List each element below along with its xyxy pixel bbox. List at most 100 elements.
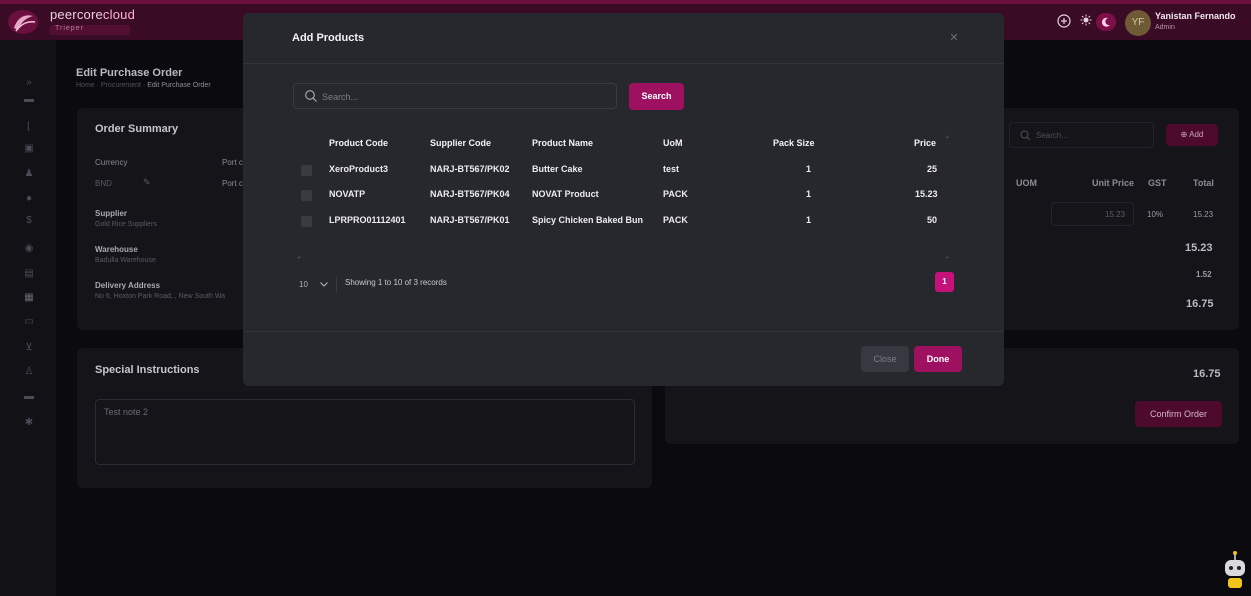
file-icon[interactable]: ▤ [23, 268, 35, 280]
tax-value: 1.52 [1196, 270, 1212, 279]
cart-icon[interactable]: ⊻ [23, 342, 35, 354]
row-checkbox[interactable] [301, 216, 312, 227]
port-value: Port c [222, 179, 243, 188]
gst-column-header: GST [1148, 178, 1167, 188]
add-product-button[interactable]: ⊕ Add [1166, 124, 1218, 146]
page-size-select[interactable]: 10 [293, 276, 335, 294]
row-gst: 10% [1147, 210, 1164, 219]
scroll-right-indicator[interactable]: ▸ [946, 254, 950, 261]
brand-name: peercorecloud [50, 7, 135, 22]
pagination-summary: Showing 1 to 10 of 3 records [345, 278, 447, 287]
row-total: 15.23 [1193, 210, 1214, 219]
divider [336, 277, 337, 293]
row-checkbox[interactable] [301, 165, 312, 176]
org-selector[interactable]: Trieper [50, 25, 130, 35]
search-icon [1020, 130, 1031, 141]
user-name[interactable]: Yanistan Fernando [1155, 11, 1236, 21]
uom-cell: PACK [663, 215, 688, 225]
column-header-uom[interactable]: UoM [663, 138, 683, 148]
store-icon[interactable]: ▦ [23, 292, 35, 304]
search-icon [305, 90, 317, 102]
supplier-code-cell: NARJ-BT567/PK01 [430, 215, 510, 225]
row-checkbox[interactable] [301, 190, 312, 201]
modal-search-input[interactable] [322, 88, 602, 105]
footer-total-value: 16.75 [1193, 368, 1221, 380]
scroll-left-indicator[interactable]: ◂ [297, 254, 301, 261]
currency-label: Currency [95, 158, 128, 167]
box-icon[interactable]: ▣ [23, 143, 35, 155]
close-button[interactable]: Close [861, 346, 909, 372]
grand-total-value: 16.75 [1186, 298, 1214, 310]
truck-icon[interactable]: ▭ [23, 316, 35, 328]
person-icon[interactable]: ♟ [23, 168, 35, 180]
pack-size-cell: 1 [806, 215, 812, 225]
sun-icon[interactable] [1078, 14, 1094, 30]
column-header-supplier-code[interactable]: Supplier Code [430, 138, 491, 148]
special-instructions-title: Special Instructions [95, 364, 200, 376]
company-logo[interactable] [6, 8, 40, 36]
wallet-icon[interactable]: ▬ [23, 391, 35, 403]
chevron-right-icon[interactable]: » [23, 77, 35, 89]
circle-icon[interactable]: ◉ [23, 243, 35, 255]
port-label: Port c [222, 158, 243, 167]
uom-column-header: UOM [1016, 178, 1037, 188]
total-column-header: Total [1193, 178, 1214, 188]
page-button-1[interactable]: 1 [935, 272, 954, 292]
product-code-cell: LPRPRO01112401 [329, 215, 406, 225]
add-circle-icon[interactable] [1056, 14, 1072, 30]
price-cell: 15.23 [915, 189, 938, 199]
modal-header-divider [243, 63, 1004, 64]
supplier-code-cell: NARJ-BT567/PK04 [430, 189, 510, 199]
product-search-input[interactable]: Search... [1009, 122, 1154, 148]
page-title: Edit Purchase Order [76, 67, 183, 79]
card-icon[interactable]: ▬ [23, 94, 35, 106]
chart-icon[interactable]: ⌊ [23, 121, 35, 133]
chevron-down-icon [320, 282, 328, 287]
unit-price-input[interactable]: 15.23 [1051, 202, 1134, 226]
done-button[interactable]: Done [914, 346, 962, 372]
scroll-indicator: ▴ [946, 134, 950, 140]
warehouse-value: Badulla Warehouse [95, 257, 156, 264]
settings-icon[interactable]: ✱ [23, 417, 35, 429]
order-summary-title: Order Summary [95, 123, 179, 135]
pack-size-cell: 1 [806, 164, 812, 174]
product-code-cell: XeroProduct3 [329, 164, 389, 174]
close-icon[interactable]: ✕ [947, 31, 961, 45]
warehouse-label: Warehouse [95, 245, 138, 254]
special-instructions-textarea[interactable]: Test note 2 [95, 399, 635, 465]
unit-price-column-header: Unit Price [1092, 178, 1135, 188]
breadcrumb-current: Edit Purchase Order [147, 82, 211, 89]
subtotal-value: 15.23 [1185, 242, 1213, 254]
column-header-product-code[interactable]: Product Code [329, 138, 388, 148]
breadcrumb-procurement[interactable]: Procurement [101, 82, 141, 89]
supplier-code-cell: NARJ-BT567/PK02 [430, 164, 510, 174]
confirm-order-button[interactable]: Confirm Order [1135, 401, 1222, 427]
search-button[interactable]: Search [629, 83, 684, 110]
product-name-cell: Spicy Chicken Baked Bun [532, 215, 644, 225]
column-header-product-name[interactable]: Product Name [532, 138, 593, 148]
column-header-pack-size[interactable]: Pack Size [773, 138, 815, 148]
breadcrumb: Home · Procurement · Edit Purchase Order [76, 82, 211, 89]
supplier-label: Supplier [95, 209, 128, 218]
supplier-value: Gold Rice Suppliers [95, 221, 157, 228]
user-role: Admin [1155, 24, 1175, 31]
avatar[interactable]: YF [1125, 10, 1151, 36]
modal-footer-divider [243, 331, 1004, 332]
product-name-cell: Butter Cake [532, 164, 583, 174]
modal-title: Add Products [292, 32, 365, 44]
modal-search-field[interactable] [293, 83, 617, 109]
coin-icon[interactable]: ● [23, 193, 35, 205]
dollar-icon[interactable]: $ [23, 215, 35, 227]
theme-toggle[interactable] [1096, 13, 1116, 31]
uom-cell: PACK [663, 189, 688, 199]
pack-size-cell: 1 [806, 189, 812, 199]
moon-icon [1101, 17, 1110, 27]
chatbot-icon[interactable] [1222, 548, 1248, 588]
product-name-cell: NOVAT Product [532, 189, 599, 199]
edit-pencil-icon[interactable]: ✎ [143, 177, 151, 188]
column-header-price[interactable]: Price [914, 138, 936, 148]
user-icon[interactable]: ♙ [23, 366, 35, 378]
breadcrumb-home[interactable]: Home [76, 82, 95, 89]
price-cell: 50 [927, 215, 938, 225]
currency-value: BND [95, 179, 112, 188]
